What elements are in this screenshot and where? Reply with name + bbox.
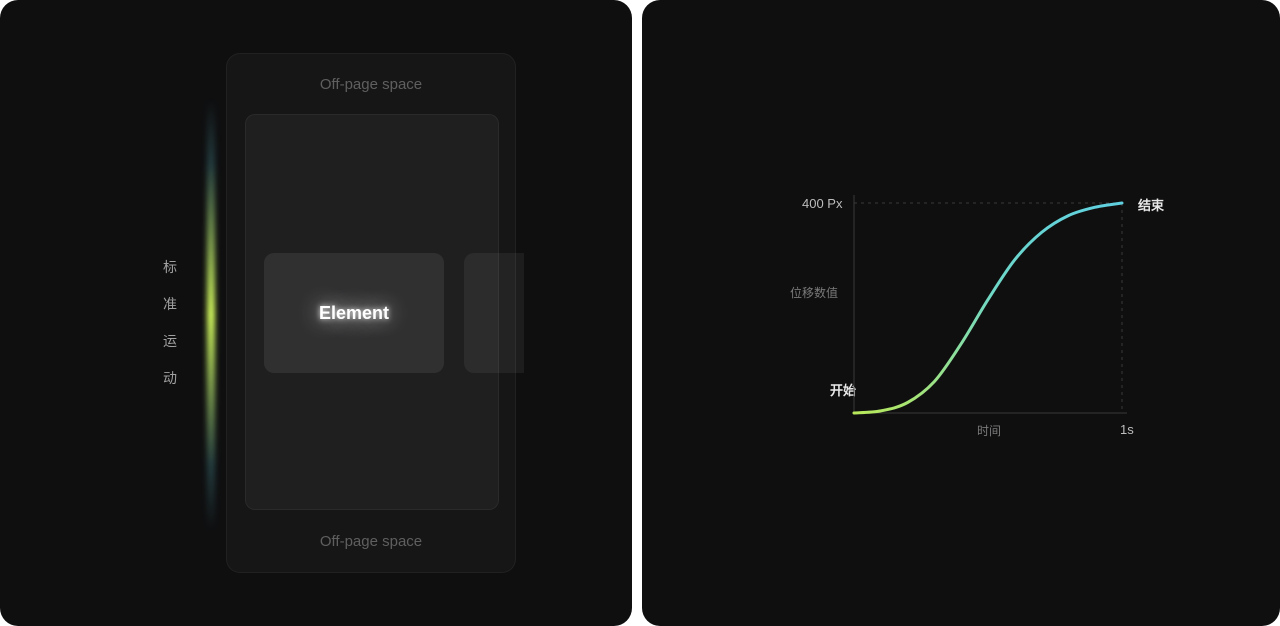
vlabel-char: 动	[163, 368, 178, 388]
element-side-tile	[464, 253, 524, 373]
vlabel-char: 运	[163, 331, 178, 351]
y-axis-label: 位移数值	[790, 284, 838, 301]
y-max-label: 400 Px	[802, 196, 842, 211]
card-stack: Off-page space Element Off-page space	[226, 53, 516, 573]
right-panel: 400 Px 结束 位移数值 开始 时间 1s	[642, 0, 1280, 626]
element-label: Element	[319, 303, 389, 324]
offpage-top-label: Off-page space	[227, 76, 515, 93]
card-outer: Off-page space Element Off-page space	[226, 53, 516, 573]
vlabel-char: 准	[163, 294, 178, 314]
easing-curve	[854, 203, 1122, 413]
x-axis-label: 时间	[977, 422, 1001, 439]
vertical-label: 标 准 运 动	[163, 257, 178, 388]
chart-svg	[852, 195, 1127, 415]
card-inner: Element	[245, 114, 499, 510]
gradient-bar	[207, 100, 215, 530]
end-label: 结束	[1138, 195, 1164, 214]
left-panel: 标 准 运 动 Off-page space Element Off-page …	[0, 0, 632, 626]
offpage-bottom-label: Off-page space	[227, 533, 515, 550]
element-tile: Element	[264, 253, 444, 373]
vlabel-char: 标	[163, 257, 178, 277]
x-max-label: 1s	[1120, 422, 1134, 437]
easing-chart: 400 Px 结束 位移数值 开始 时间 1s	[782, 150, 1182, 470]
